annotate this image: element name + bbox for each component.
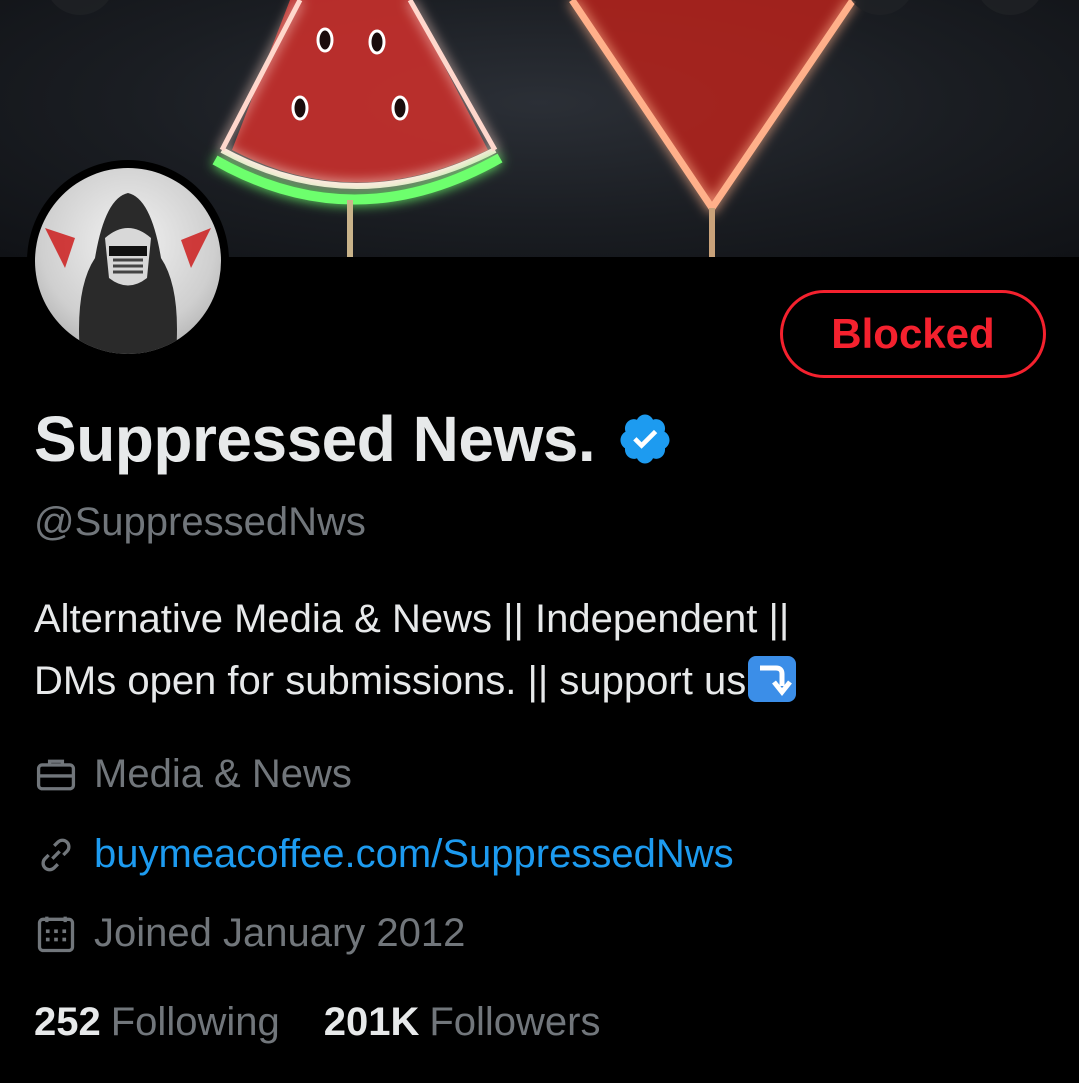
website-link[interactable]: buymeacoffee.com/SuppressedNws [94, 832, 734, 877]
bio-line-2-text: DMs open for submissions. || support us [34, 659, 747, 703]
verified-badge-icon[interactable] [617, 411, 673, 467]
followers-label: Followers [429, 1000, 601, 1044]
follow-stats: 252 Following 201K Followers [34, 1000, 645, 1045]
briefcase-icon [36, 759, 76, 790]
following-label: Following [110, 1000, 280, 1044]
blocked-button[interactable]: Blocked [780, 290, 1046, 378]
avatar-image [35, 168, 221, 354]
profile-bio: Alternative Media & News || Independent … [34, 588, 1034, 712]
profile-handle: @SuppressedNws [34, 500, 366, 544]
hooded-figure-icon [45, 193, 211, 354]
joined-row: Joined January 2012 [34, 911, 465, 956]
profile-avatar[interactable] [27, 160, 229, 362]
followers-count: 201K [323, 1000, 420, 1044]
bio-line-1: Alternative Media & News || Independent … [34, 597, 790, 641]
name-row: Suppressed News. [34, 402, 673, 476]
link-icon [41, 838, 71, 871]
joined-text: Joined January 2012 [94, 911, 466, 955]
bio-line-2: DMs open for submissions. || support us [34, 650, 1034, 712]
following-count: 252 [34, 1000, 101, 1044]
website-row: buymeacoffee.com/SuppressedNws [34, 832, 734, 877]
calendar-icon [37, 916, 75, 952]
category-text: Media & News [94, 752, 352, 796]
following-stat[interactable]: 252 Following [34, 1000, 280, 1045]
display-name: Suppressed News. [34, 403, 596, 475]
followers-stat[interactable]: 201K Followers [324, 1000, 601, 1045]
category-row: Media & News [34, 752, 352, 797]
arrow-down-right-emoji-icon [748, 656, 797, 702]
